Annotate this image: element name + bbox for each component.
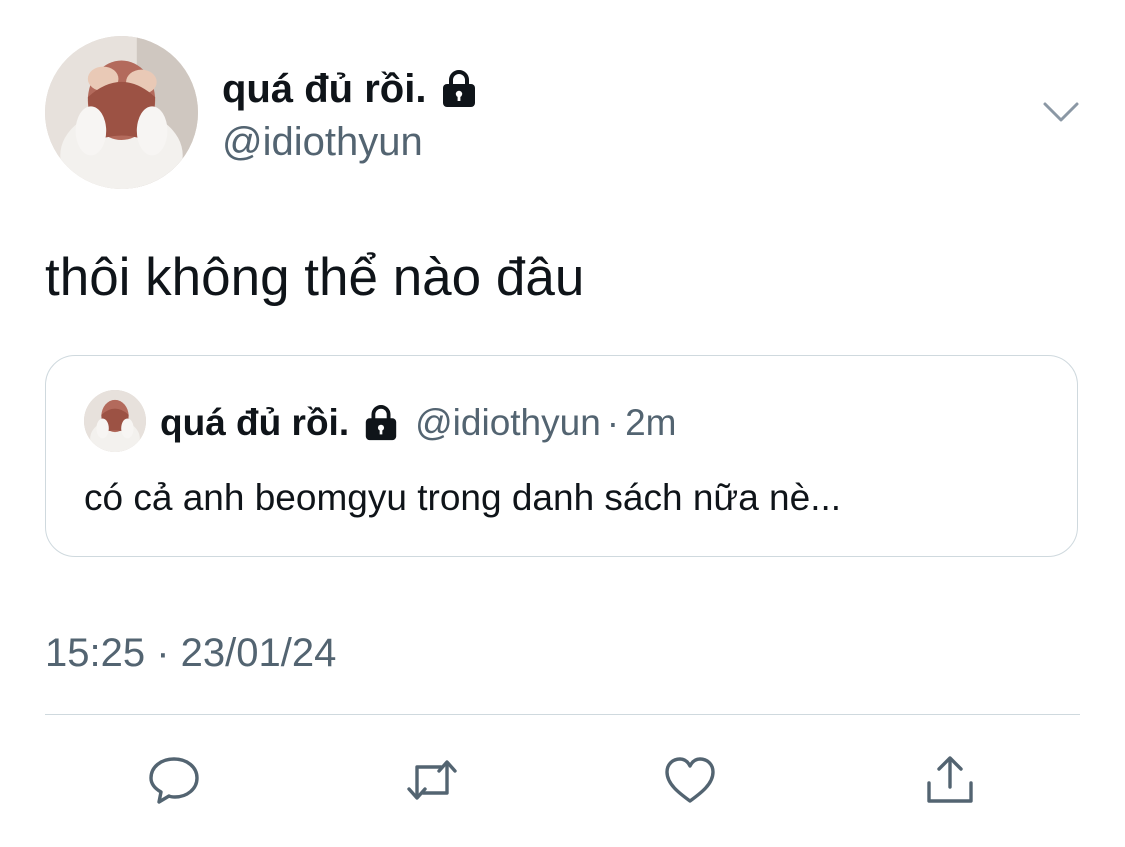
display-name[interactable]: quá đủ rồi.: [222, 64, 478, 114]
separator-dot: ·: [606, 402, 620, 443]
speech-bubble-icon: [149, 757, 199, 804]
avatar[interactable]: [45, 36, 198, 189]
quoted-tweet-card[interactable]: quá đủ rồi. @idiothyun · 2m có cả anh be…: [45, 355, 1078, 557]
quoted-display-name: quá đủ rồi.: [160, 402, 350, 443]
share-upload-icon: [927, 756, 973, 803]
divider: [45, 714, 1080, 715]
like-button[interactable]: [660, 750, 720, 810]
lock-icon: [361, 404, 401, 442]
reply-button[interactable]: [144, 750, 204, 810]
chevron-down-icon[interactable]: [1040, 92, 1082, 132]
quoted-time: 2m: [625, 402, 677, 443]
quoted-tweet-header: quá đủ rồi. @idiothyun · 2m: [160, 400, 677, 446]
handle[interactable]: @idiothyun: [222, 117, 423, 167]
heart-icon: [665, 757, 715, 803]
quoted-avatar: [84, 390, 146, 452]
tweet-timestamp[interactable]: 15:25 · 23/01/24: [45, 628, 336, 678]
quoted-handle: @idiothyun: [415, 402, 601, 443]
lock-icon: [440, 69, 478, 109]
tweet-text: thôi không thể nào đâu: [45, 248, 585, 307]
quoted-tweet-text: có cả anh beomgyu trong danh sách nữa nè…: [84, 477, 842, 518]
display-name-text[interactable]: quá đủ rồi.: [222, 64, 426, 114]
retweet-arrows-icon: [407, 760, 457, 800]
retweet-button[interactable]: [402, 750, 462, 810]
share-button[interactable]: [920, 750, 980, 810]
